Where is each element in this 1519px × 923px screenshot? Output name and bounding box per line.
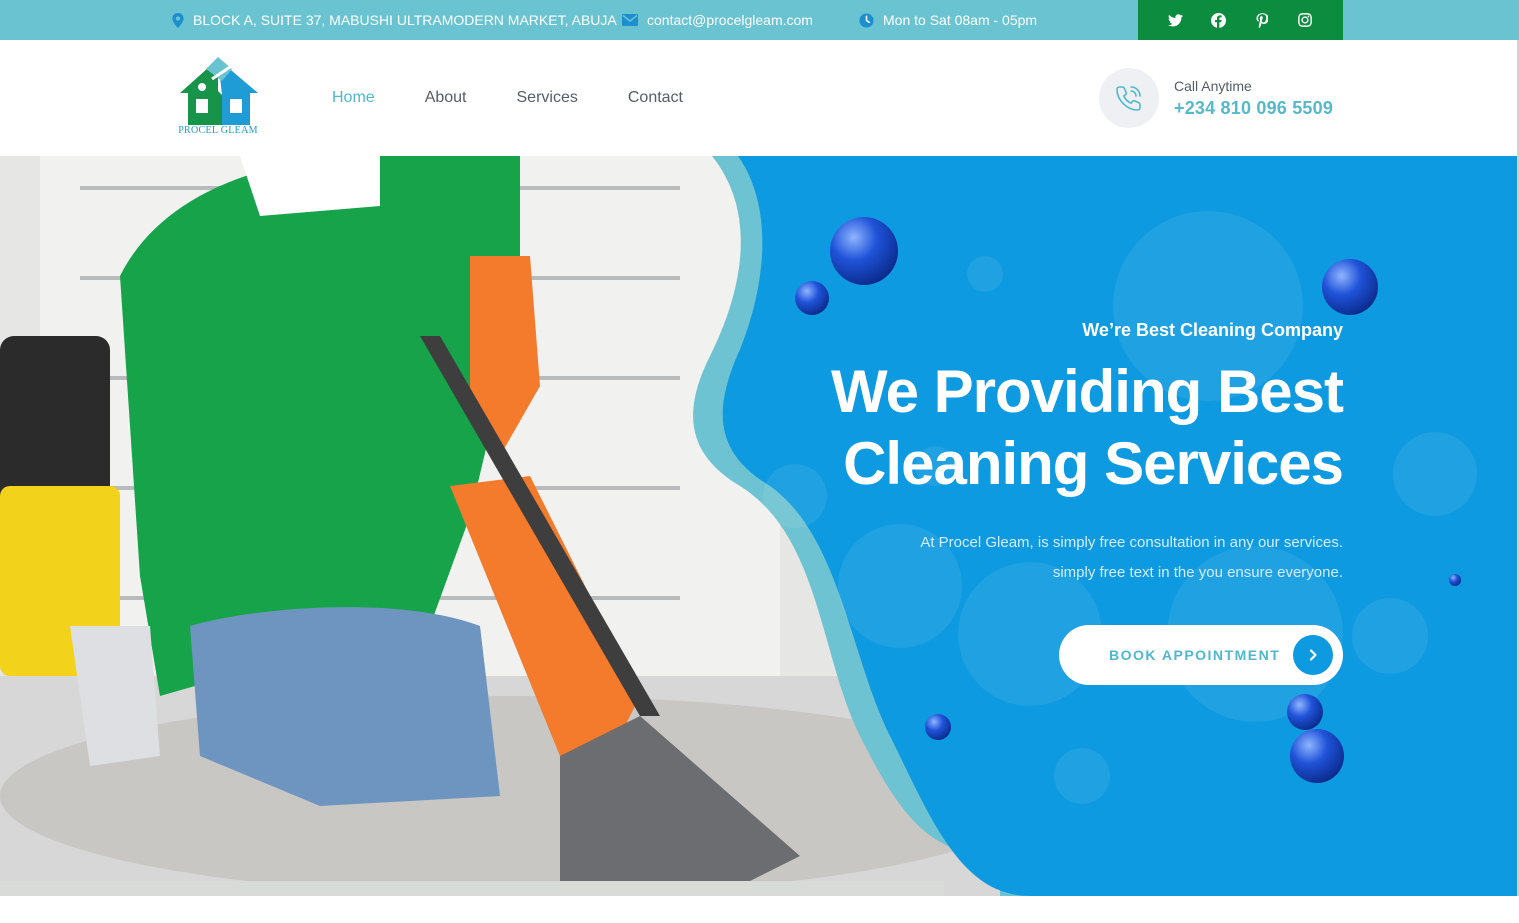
hero-wave-background xyxy=(693,156,1519,896)
twitter-icon[interactable] xyxy=(1164,8,1188,32)
nav-home[interactable]: Home xyxy=(332,89,375,107)
hero-section xyxy=(0,156,1519,896)
call-text: Call Anytime +234 810 096 5509 xyxy=(1174,78,1333,119)
address-info: BLOCK A, SUITE 37, MABUSHI ULTRAMODERN M… xyxy=(172,0,617,40)
clock-icon xyxy=(859,12,874,28)
envelope-icon xyxy=(622,14,638,26)
hero-desc-line2: simply free text in the you ensure every… xyxy=(1052,564,1343,581)
hero-title: We Providing Best Cleaning Services xyxy=(831,356,1344,500)
nav-about[interactable]: About xyxy=(425,89,467,107)
hero-title-line1: We Providing Best xyxy=(831,358,1344,425)
address-text: BLOCK A, SUITE 37, MABUSHI ULTRAMODERN M… xyxy=(193,12,617,28)
site-header: PROCEL GLEAM Home About Services Contact… xyxy=(0,40,1519,156)
hero-subtitle: We’re Best Cleaning Company xyxy=(1082,320,1343,340)
chevron-right-icon xyxy=(1293,635,1333,675)
email-info[interactable]: contact@procelgleam.com xyxy=(622,0,813,40)
facebook-icon[interactable] xyxy=(1207,8,1231,32)
call-anytime[interactable]: Call Anytime +234 810 096 5509 xyxy=(1099,68,1333,128)
hours-text: Mon to Sat 08am - 05pm xyxy=(883,12,1038,28)
logo-text: PROCEL GLEAM xyxy=(178,125,258,136)
call-number[interactable]: +234 810 096 5509 xyxy=(1174,98,1333,119)
next-section-peek xyxy=(0,881,944,896)
top-bar: BLOCK A, SUITE 37, MABUSHI ULTRAMODERN M… xyxy=(0,0,1519,40)
call-icon-circle[interactable] xyxy=(1099,68,1159,128)
book-appointment-label: BOOK APPOINTMENT xyxy=(1109,647,1281,663)
hero-description: At Procel Gleam, is simply free consulta… xyxy=(920,528,1343,588)
main-nav: Home About Services Contact xyxy=(332,40,733,156)
nav-contact[interactable]: Contact xyxy=(628,89,683,107)
book-appointment-button[interactable]: BOOK APPOINTMENT xyxy=(1059,625,1343,685)
email-link[interactable]: contact@procelgleam.com xyxy=(647,12,813,28)
call-label: Call Anytime xyxy=(1174,77,1252,94)
nav-services[interactable]: Services xyxy=(517,89,578,107)
hours-info: Mon to Sat 08am - 05pm xyxy=(859,0,1037,40)
page-bottom xyxy=(0,896,1519,923)
hero-title-line2: Cleaning Services xyxy=(843,430,1344,497)
logo-house-icon xyxy=(180,57,258,125)
logo[interactable]: PROCEL GLEAM xyxy=(172,55,264,139)
hero-desc-line1: At Procel Gleam, is simply free consulta… xyxy=(920,534,1343,551)
pinterest-icon[interactable] xyxy=(1250,8,1274,32)
social-links xyxy=(1138,0,1343,40)
phone-icon xyxy=(1116,86,1141,111)
map-pin-icon xyxy=(172,12,184,28)
instagram-icon[interactable] xyxy=(1293,8,1317,32)
